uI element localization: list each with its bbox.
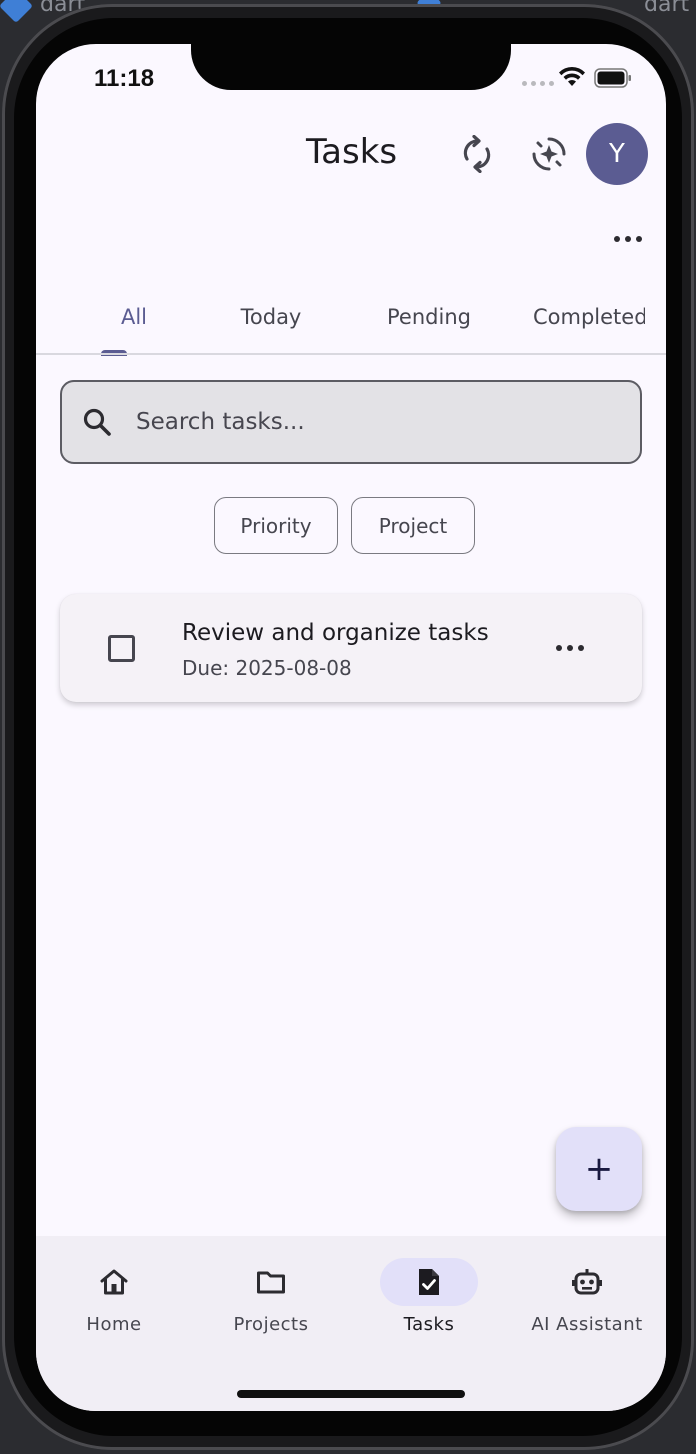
task-check-icon bbox=[419, 1269, 439, 1295]
status-time: 11:18 bbox=[94, 65, 155, 92]
sync-icon[interactable] bbox=[460, 135, 494, 173]
priority-filter-button[interactable]: Priority bbox=[214, 497, 338, 554]
tab-all[interactable]: All bbox=[96, 305, 172, 329]
more-horizontal-icon[interactable] bbox=[614, 228, 644, 250]
task-title: Review and organize tasks bbox=[182, 620, 489, 646]
battery-icon bbox=[594, 68, 631, 88]
nav-label-home: Home bbox=[86, 1314, 142, 1335]
background-window-text-right: dart bbox=[644, 0, 690, 17]
nav-item-projects[interactable]: Projects bbox=[196, 1258, 346, 1348]
device-notch bbox=[191, 44, 511, 90]
folder-icon bbox=[257, 1271, 285, 1294]
task-more-icon[interactable] bbox=[556, 638, 586, 658]
nav-item-tasks[interactable]: Tasks bbox=[354, 1258, 504, 1348]
tab-pending[interactable]: Pending bbox=[381, 305, 477, 329]
cellular-signal-icon bbox=[522, 81, 554, 86]
ai-sparkle-icon[interactable] bbox=[530, 135, 568, 173]
tab-today[interactable]: Today bbox=[231, 305, 311, 329]
nav-label-ai-assistant: AI Assistant bbox=[531, 1314, 643, 1335]
nav-item-home[interactable]: Home bbox=[39, 1258, 189, 1348]
task-card[interactable]: Review and organize tasks Due: 2025-08-0… bbox=[60, 594, 642, 702]
add-task-button[interactable]: + bbox=[556, 1127, 642, 1211]
search-input[interactable] bbox=[134, 382, 614, 462]
search-box[interactable] bbox=[60, 380, 642, 464]
avatar[interactable]: Y bbox=[586, 123, 648, 185]
bottom-navigation: Home Projects Tasks AI Assistant bbox=[36, 1236, 666, 1411]
tabs-divider bbox=[36, 353, 666, 355]
nav-label-tasks: Tasks bbox=[403, 1314, 455, 1335]
robot-icon bbox=[572, 1269, 602, 1295]
home-icon bbox=[100, 1269, 128, 1295]
nav-label-projects: Projects bbox=[233, 1314, 309, 1335]
home-indicator bbox=[237, 1390, 465, 1398]
tab-completed[interactable]: Completed bbox=[533, 305, 645, 329]
nav-item-ai-assistant[interactable]: AI Assistant bbox=[512, 1258, 662, 1348]
page-title: Tasks bbox=[306, 132, 398, 172]
search-icon bbox=[83, 408, 111, 436]
app-screen: 11:18 Tasks Y All Today Pending Complete… bbox=[36, 44, 666, 1411]
wifi-icon bbox=[559, 66, 585, 86]
project-filter-button[interactable]: Project bbox=[351, 497, 475, 554]
task-checkbox[interactable] bbox=[108, 635, 135, 662]
task-due-date: Due: 2025-08-08 bbox=[182, 656, 352, 680]
flutter-logo-icon bbox=[0, 0, 33, 23]
